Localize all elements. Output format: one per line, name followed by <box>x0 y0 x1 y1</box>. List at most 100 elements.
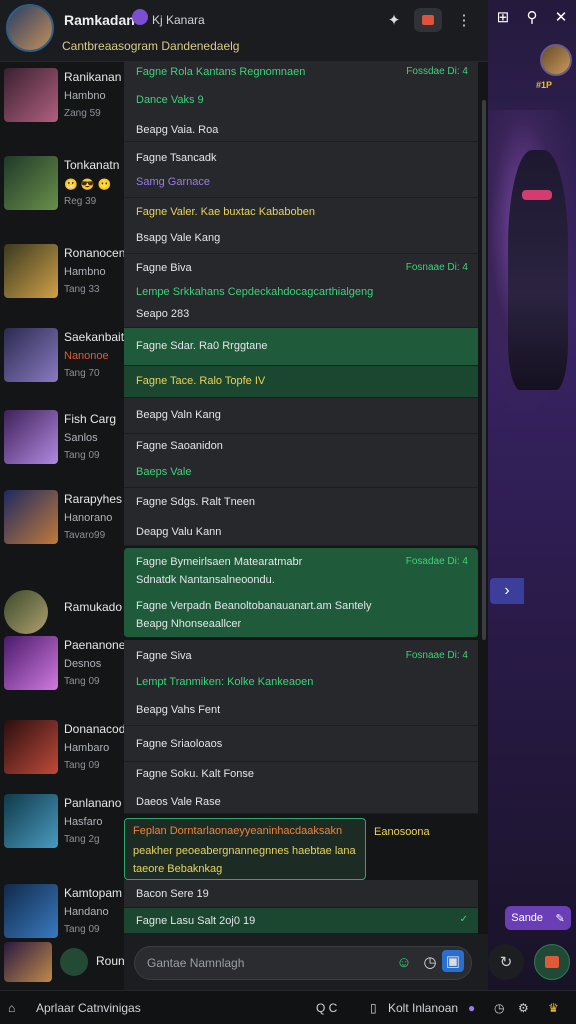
message-bubble[interactable]: Fagne Bymeirlsaen Matearatmabr Fosadae D… <box>124 548 478 638</box>
send-pill-label: Sande <box>511 912 544 924</box>
emoji-icon: 😬 😎 😶 <box>64 179 112 191</box>
game-player-avatar[interactable] <box>540 44 572 76</box>
header-subtitle: Kj Kanara <box>152 13 205 27</box>
more-icon[interactable]: ⋮ <box>450 8 478 32</box>
close-icon[interactable]: ✕ <box>555 8 568 26</box>
contact-preview: Hambaro <box>64 742 110 754</box>
contact-name: Fish Carg <box>64 412 117 426</box>
contact-name: Saekanbaita <box>64 330 131 344</box>
bottom-right-label: Kolt Inlanoan <box>388 1001 459 1015</box>
message-text: Fagne Verpadn Beanoltobanauanart.am Sant… <box>136 600 372 612</box>
trophy-icon[interactable]: ♛ <box>548 1001 559 1015</box>
avatar <box>4 794 58 848</box>
window-controls: ⊞ ⚲ ✕ <box>488 0 576 34</box>
search-icon[interactable]: Q C <box>316 1001 337 1015</box>
settings-icon[interactable]: ⚙ <box>518 1001 529 1015</box>
avatar-icon[interactable]: ● <box>468 1001 475 1015</box>
message-text: Fagne Siva <box>136 650 192 662</box>
contact-name: Ronanocene <box>64 246 133 260</box>
message-bubble[interactable]: Fagne Biva Fosnaae Di: 4 Lempe Srkkahans… <box>124 254 478 328</box>
contact-preview: Hanorano <box>64 512 113 524</box>
game-rank-badge: #1P <box>536 80 553 90</box>
header-status-line: Cantbreaasogram Dandenedaelg <box>62 39 240 53</box>
refresh-icon: ↻ <box>499 954 513 971</box>
message-text: Sdnatdk Nantansalneoondu. <box>136 574 275 586</box>
contact-time: Tang 33 <box>64 284 100 295</box>
message-text: Daeos Vale Rase <box>136 796 221 808</box>
group-icon <box>60 948 88 976</box>
scrollbar[interactable] <box>482 100 486 640</box>
message-text: Feplan Dorntarlaonaeyyeaninhacdaaksakn <box>133 825 343 837</box>
pin-icon[interactable]: ⊞ <box>497 8 510 26</box>
message-bubble[interactable]: Fagne Rola Kantans Regnomnaen Fossdae Di… <box>124 62 478 142</box>
contact-preview: Hambno <box>64 90 106 102</box>
message-text: Lempt Tranmiken: Kolke Kankeaoen <box>136 676 314 688</box>
contact-time: Tang 09 <box>64 924 100 935</box>
message-text: Fagne Tace. Ralo Topfe IV <box>136 375 266 387</box>
message-bubble[interactable]: Fagne Soku. Kalt Fonse Daeos Vale Rase <box>124 762 478 814</box>
message-bubble[interactable]: Bacon Sere 19 <box>124 880 478 908</box>
clock-icon[interactable]: ◷ <box>416 950 444 974</box>
composer: Gantae Namnlagh ☺ ◷ ▣ <box>124 934 488 990</box>
message-bubble[interactable]: Fagne Tace. Ralo Topfe IV <box>124 366 478 398</box>
message-bubble[interactable]: Feplan Dorntarlaonaeyyeaninhacdaaksakn p… <box>124 818 366 880</box>
search-icon[interactable]: ⚲ <box>527 8 538 26</box>
camera-icon <box>545 956 559 968</box>
emoji-icon[interactable]: ☺ <box>390 950 418 974</box>
send-pill-button[interactable]: Sande ✎ <box>505 906 571 930</box>
contact-time: Tang 09 <box>64 450 100 461</box>
avatar <box>4 884 58 938</box>
message-bubble[interactable]: Fagne Sdgs. Ralt Tneen Deapg Valu Kann <box>124 488 478 546</box>
check-icon: ✓ <box>459 914 468 925</box>
avatar <box>4 490 58 544</box>
edit-icon: ✎ <box>555 912 565 925</box>
contact-name: Tonkanatn <box>64 158 120 172</box>
attach-icon[interactable]: ▣ <box>442 950 464 972</box>
clock-icon[interactable]: ◷ <box>494 1001 504 1015</box>
contact-name: Ramukado <box>64 600 123 614</box>
message-text: Lempe Srkkahans Cepdeckahdocagcarthialge… <box>136 286 374 298</box>
message-text: Fagne Tsancadk <box>136 152 217 164</box>
message-text: Beapg Valn Kang <box>136 409 221 421</box>
avatar <box>4 410 58 464</box>
message-bubble[interactable]: Fagne Valer. Kae buxtac Kababoben Bsapg … <box>124 198 478 254</box>
message-text: Beapg Nhonseaallcer <box>136 618 242 630</box>
message-thread: Fagne Rola Kantans Regnomnaen Fossdae Di… <box>124 62 478 934</box>
bottom-bar: ⌂ Aprlaar Catnvinigas Q C ▯ Kolt Inlanoa… <box>0 990 576 1024</box>
message-text: Beapg Vahs Fent <box>136 704 221 716</box>
contact-time: Tang 70 <box>64 368 100 379</box>
message-bubble[interactable]: Beapg Valn Kang <box>124 398 478 434</box>
message-text: Fagne Sriaoloaos <box>136 738 223 750</box>
expand-arrow-icon[interactable]: › <box>490 578 524 604</box>
contact-preview: Hambno <box>64 266 106 278</box>
message-text: Fagne Rola Kantans Regnomnaen <box>136 66 306 78</box>
notes-icon[interactable]: ▯ <box>370 1001 377 1015</box>
puzzle-icon[interactable]: ✦ <box>380 8 408 32</box>
message-text: Fagne Lasu Salt 2oj0 19 <box>136 915 256 927</box>
message-input-placeholder: Gantae Namnlagh <box>147 956 245 970</box>
message-bubble[interactable]: Fagne Sdar. Ra0 Rrggtane <box>124 328 478 366</box>
avatar <box>4 720 58 774</box>
home-icon[interactable]: ⌂ <box>8 1001 15 1015</box>
avatar <box>4 942 52 982</box>
avatar[interactable] <box>6 4 54 52</box>
camera-button[interactable] <box>534 944 570 980</box>
avatar <box>4 636 58 690</box>
message-bubble[interactable]: Fagne Sriaoloaos <box>124 726 478 762</box>
message-text: Fagne Soku. Kalt Fonse <box>136 768 255 780</box>
message-text: Fagne Biva <box>136 262 192 274</box>
contact-name: Rarapyhes <box>64 492 123 506</box>
message-text: Fagne Sdgs. Ralt Tneen <box>136 496 256 508</box>
message-bubble[interactable]: Fagne Tsancadk Samg Garnace <box>124 142 478 198</box>
message-bubble[interactable]: Fagne Siva Fosnaae Di: 4 Lempt Tranmiken… <box>124 640 478 726</box>
message-bubble[interactable]: Fagne Saoanidon Baeps Vale <box>124 434 478 488</box>
chat-icon[interactable] <box>414 8 442 32</box>
bottom-search-label[interactable]: Aprlaar Catnvinigas <box>36 1001 141 1015</box>
message-bubble[interactable]: Fagne Lasu Salt 2oj0 19 ✓ <box>124 908 478 934</box>
contact-preview: Nanonoe <box>64 350 109 362</box>
refresh-button[interactable]: ↻ <box>488 944 524 980</box>
message-text: taeore Bebaknkag <box>133 863 223 875</box>
message-text: Fagne Sdar. Ra0 Rrggtane <box>136 340 268 352</box>
contact-time: Tang 2g <box>64 834 100 845</box>
message-text: Fagne Saoanidon <box>136 440 223 452</box>
